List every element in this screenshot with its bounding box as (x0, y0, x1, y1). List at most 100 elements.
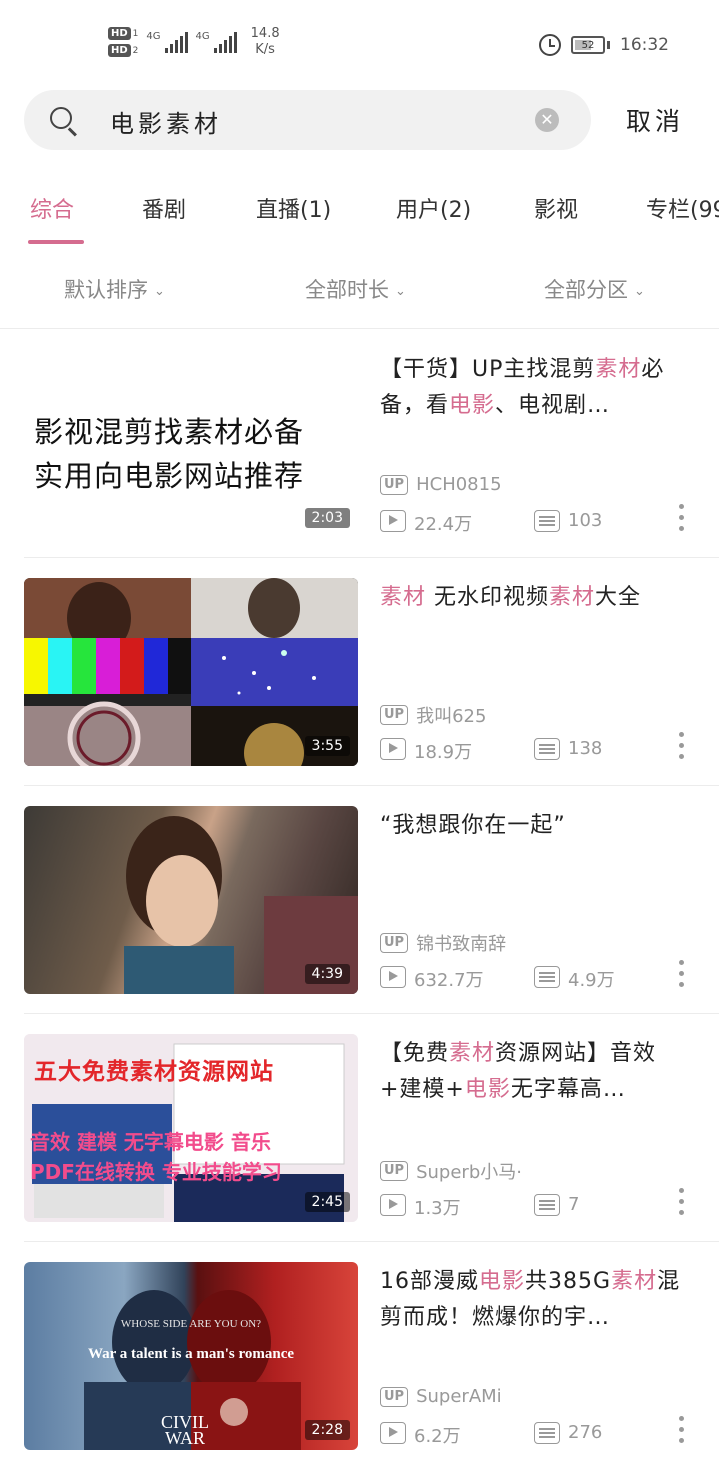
danmaku-icon (534, 1422, 560, 1444)
thumbnail-logo: CIVIL WAR (161, 1412, 209, 1448)
result-item[interactable]: 3:55 素材 无水印视频素材大全 UP 我叫625 18.9万 138 (0, 558, 719, 786)
stats-row: 18.9万 138 (380, 732, 700, 766)
cancel-button[interactable]: 取消 (626, 102, 684, 138)
tab-all[interactable]: 综合 (30, 192, 74, 224)
search-query[interactable]: 电影素材 (110, 104, 222, 139)
more-icon[interactable] (678, 504, 684, 538)
highlighted-keyword: 素材 (549, 585, 596, 610)
view-count: 632.7万 (414, 970, 484, 991)
danmaku-count: 103 (568, 510, 603, 531)
play-count-icon (380, 966, 406, 988)
more-icon[interactable] (678, 1188, 684, 1222)
stats-row: 1.3万 7 (380, 1188, 700, 1222)
up-badge: UP (380, 933, 409, 953)
tab-live[interactable]: 直播(1) (256, 192, 331, 224)
tab-film[interactable]: 影视 (534, 192, 578, 224)
video-title[interactable]: 【干货】UP主找混剪素材必备，看电影、电视剧… (380, 352, 698, 424)
title-text: 16部漫威 (380, 1269, 479, 1294)
uploader-row[interactable]: UP 我叫625 (380, 702, 486, 728)
more-icon[interactable] (678, 960, 684, 994)
uploader-name: Superb小马· (416, 1162, 522, 1183)
title-text: 共385G (525, 1269, 612, 1294)
video-thumbnail[interactable]: 3:55 (24, 578, 358, 766)
status-right: 52 16:32 (539, 34, 669, 56)
chevron-down-icon: ⌄ (154, 283, 165, 299)
alarm-icon (539, 34, 561, 56)
status-left: HD 1 HD 2 4G 4G 14.8 K/s (108, 26, 280, 58)
highlighted-keyword: 素材 (595, 357, 642, 382)
title-text: 大全 (595, 585, 642, 610)
tab-bangumi[interactable]: 番剧 (142, 192, 186, 224)
tab-users[interactable]: 用户(2) (396, 192, 471, 224)
uploader-row[interactable]: UP Superb小马· (380, 1158, 522, 1184)
uploader-row[interactable]: UP SuperAMi (380, 1386, 502, 1407)
title-text: “我想跟你在一起” (380, 813, 566, 838)
clock: 16:32 (620, 35, 669, 55)
zone-filter-label: 全部分区 (544, 278, 628, 302)
thumbnail-headline: War a talent is a man's romance (87, 1346, 295, 1362)
result-item[interactable]: 影视混剪找素材必备 实用向电影网站推荐 2:03 【干货】UP主找混剪素材必备，… (0, 330, 719, 558)
stats-row: 6.2万 276 (380, 1416, 700, 1450)
status-bar: HD 1 HD 2 4G 4G 14.8 K/s 52 16:32 (0, 0, 719, 80)
result-item[interactable]: WHOSE SIDE ARE YOU ON? War a talent is a… (0, 1242, 719, 1468)
signal-2-icon: 4G (196, 31, 237, 53)
more-icon[interactable] (678, 1416, 684, 1450)
highlighted-keyword: 电影 (479, 1269, 526, 1294)
danmaku-icon (534, 510, 560, 532)
tab-articles[interactable]: 专栏(99 (646, 192, 719, 224)
signal-2-label: 4G (195, 31, 210, 42)
sort-filter[interactable]: 默认排序 ⌄ (64, 274, 165, 304)
up-badge: UP (380, 474, 409, 495)
play-count-icon (380, 738, 406, 760)
duration-badge: 2:28 (304, 1420, 350, 1440)
thumbnail-subline: PDF在线转换 专业技能学习 (30, 1160, 282, 1184)
thumbnail-subline: 音效 建模 无字幕电影 音乐 (30, 1130, 271, 1154)
video-thumbnail[interactable]: 影视混剪找素材必备 实用向电影网站推荐 2:03 (24, 350, 358, 538)
play-count-icon (380, 1194, 406, 1216)
category-tabs: 综合 番剧 直播(1) 用户(2) 影视 专栏(99 (0, 188, 719, 248)
video-title[interactable]: 【免费素材资源网站】音效+建模+电影无字幕高… (380, 1036, 698, 1108)
duration-badge: 2:45 (304, 1192, 350, 1212)
video-title[interactable]: 素材 无水印视频素材大全 (380, 580, 698, 652)
filter-bar: 默认排序 ⌄ 全部时长 ⌄ 全部分区 ⌄ (0, 268, 719, 312)
duration-badge: 3:55 (304, 736, 350, 756)
duration-filter[interactable]: 全部时长 ⌄ (305, 274, 406, 304)
thumbnail-headline: 五大免费素材资源网站 (34, 1059, 274, 1085)
highlighted-keyword: 电影 (449, 393, 496, 418)
sort-filter-label: 默认排序 (64, 278, 148, 302)
search-input[interactable]: 电影素材 ✕ (24, 90, 591, 150)
uploader-row[interactable]: UP HCH0815 (380, 474, 502, 495)
video-thumbnail[interactable]: 4:39 (24, 806, 358, 994)
video-title[interactable]: 16部漫威电影共385G素材混剪而成！燃爆你的宇… (380, 1264, 698, 1336)
highlighted-keyword: 素材 (380, 585, 427, 610)
uploader-name: 锦书致南辞 (416, 934, 507, 955)
danmaku-icon (534, 1194, 560, 1216)
stats-row: 22.4万 103 (380, 504, 700, 538)
result-item[interactable]: 五大免费素材资源网站 音效 建模 无字幕电影 音乐 PDF在线转换 专业技能学习… (0, 1014, 719, 1242)
hd1-num: 1 (132, 28, 139, 39)
title-text: 【免费 (380, 1041, 450, 1066)
zone-filter[interactable]: 全部分区 ⌄ (544, 274, 645, 304)
video-title[interactable]: “我想跟你在一起” (380, 808, 698, 880)
hd1-badge: HD (108, 27, 131, 40)
speed-unit: K/s (255, 42, 275, 57)
chevron-down-icon: ⌄ (634, 283, 645, 299)
uploader-row[interactable]: UP 锦书致南辞 (380, 930, 506, 956)
play-count-icon (380, 510, 406, 532)
video-thumbnail[interactable]: WHOSE SIDE ARE YOU ON? War a talent is a… (24, 1262, 358, 1450)
uploader-name: SuperAMi (416, 1386, 502, 1407)
video-thumbnail[interactable]: 五大免费素材资源网站 音效 建模 无字幕电影 音乐 PDF在线转换 专业技能学习… (24, 1034, 358, 1222)
battery-level: 52 (581, 39, 595, 51)
duration-filter-label: 全部时长 (305, 278, 389, 302)
danmaku-count: 138 (568, 738, 603, 759)
result-item[interactable]: 4:39 “我想跟你在一起” UP 锦书致南辞 632.7万 4.9万 (0, 786, 719, 1014)
highlighted-keyword: 电影 (464, 1077, 511, 1102)
danmaku-count: 7 (568, 1194, 580, 1215)
search-icon (50, 107, 72, 129)
more-icon[interactable] (678, 732, 684, 766)
clear-icon[interactable]: ✕ (535, 108, 559, 132)
signal-1-label: 4G (146, 31, 161, 42)
danmaku-count: 4.9万 (568, 970, 615, 991)
danmaku-icon (534, 966, 560, 988)
chevron-down-icon: ⌄ (395, 283, 406, 299)
